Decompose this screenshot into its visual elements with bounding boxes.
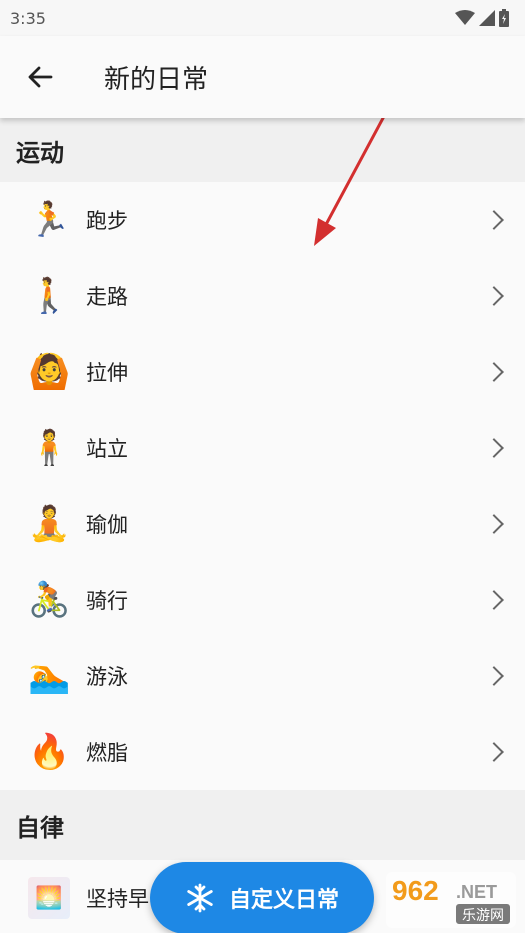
status-bar: 3:35 bbox=[0, 0, 525, 36]
list-item-running[interactable]: 🏃 跑步 bbox=[0, 182, 525, 258]
list-item-cycling[interactable]: 🚴 骑行 bbox=[0, 562, 525, 638]
yoga-icon: 🧘 bbox=[28, 504, 71, 544]
chevron-right-icon bbox=[484, 514, 504, 534]
item-label: 拉伸 bbox=[86, 361, 128, 385]
chevron-right-icon bbox=[484, 742, 504, 762]
swimming-icon: 🏊 bbox=[28, 656, 71, 696]
walking-icon: 🚶 bbox=[28, 276, 71, 316]
chevron-right-icon bbox=[484, 210, 504, 230]
snowflake-icon bbox=[187, 883, 213, 913]
watermark-site-name: 乐游网 bbox=[462, 908, 504, 924]
list-item-walking[interactable]: 🚶 走路 bbox=[0, 258, 525, 334]
app-bar: 新的日常 bbox=[0, 36, 525, 118]
fab-label: 自定义日常 bbox=[228, 888, 339, 913]
item-label: 骑行 bbox=[86, 589, 128, 613]
running-icon: 🏃 bbox=[28, 200, 71, 240]
section-header-self-discipline: 自律 bbox=[0, 790, 525, 860]
section-title: 自律 bbox=[16, 813, 64, 842]
section-header-exercise: 运动 bbox=[0, 118, 525, 182]
item-label: 走路 bbox=[86, 285, 128, 309]
cycling-icon: 🚴 bbox=[28, 580, 71, 620]
section-title: 运动 bbox=[16, 138, 64, 167]
status-time: 3:35 bbox=[10, 8, 46, 28]
chevron-right-icon bbox=[484, 362, 504, 382]
list-item-stretching[interactable]: 🙆 拉伸 bbox=[0, 334, 525, 410]
status-icons bbox=[455, 9, 509, 27]
chevron-right-icon bbox=[484, 438, 504, 458]
item-label: 瑜伽 bbox=[86, 513, 128, 537]
signal-icon bbox=[479, 10, 495, 26]
fire-icon: 🔥 bbox=[28, 732, 71, 772]
back-button[interactable] bbox=[0, 36, 80, 118]
list-item-swimming[interactable]: 🏊 游泳 bbox=[0, 638, 525, 714]
list-item-standing[interactable]: 🧍 站立 bbox=[0, 410, 525, 486]
list-item-fat-burning[interactable]: 🔥 燃脂 bbox=[0, 714, 525, 790]
item-label: 游泳 bbox=[86, 665, 128, 689]
item-label: 跑步 bbox=[86, 209, 128, 233]
watermark-logo: 962 .NET 乐游网 bbox=[386, 872, 516, 928]
arrow-left-icon bbox=[28, 66, 53, 88]
watermark-number: 962 bbox=[392, 875, 439, 906]
item-label: 燃脂 bbox=[86, 741, 128, 765]
standing-icon: 🧍 bbox=[28, 428, 71, 468]
page-title: 新的日常 bbox=[104, 64, 209, 95]
custom-routine-button[interactable]: 自定义日常 bbox=[150, 862, 374, 933]
item-label: 站立 bbox=[86, 437, 128, 461]
chevron-right-icon bbox=[484, 286, 504, 306]
chevron-right-icon bbox=[484, 590, 504, 610]
watermark-suffix: .NET bbox=[456, 882, 497, 902]
chevron-right-icon bbox=[484, 666, 504, 686]
stretching-icon: 🙆 bbox=[28, 352, 71, 392]
battery-icon bbox=[499, 9, 509, 27]
wifi-icon bbox=[455, 10, 475, 25]
app-thumbnail-icon: 🌅 bbox=[28, 877, 70, 919]
list-item-yoga[interactable]: 🧘 瑜伽 bbox=[0, 486, 525, 562]
